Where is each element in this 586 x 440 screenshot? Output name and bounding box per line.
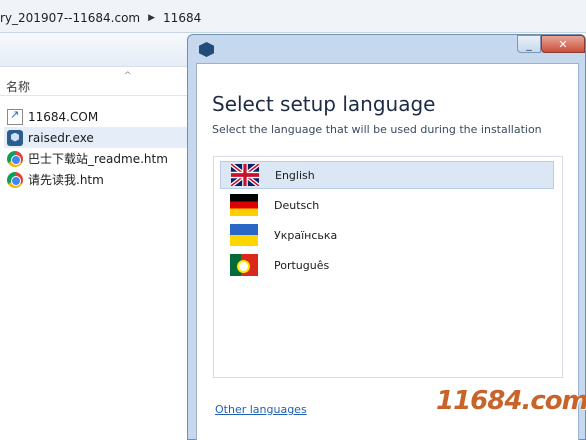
file-item-read-first-htm[interactable]: 请先读我.htm [4,169,190,190]
sort-up-icon: ^ [124,71,132,81]
address-bar[interactable]: ry_201907--11684.com ▶ 11684 [0,0,586,33]
language-option-english[interactable]: English [220,161,554,189]
setup-language-dialog: _ ✕ Select setup language Select the lan… [187,34,586,440]
file-name: raisedr.exe [28,130,94,145]
close-icon: ✕ [558,37,568,51]
page-subtitle: Select the language that will be used du… [212,123,542,136]
minimize-button[interactable]: _ [517,35,541,53]
breadcrumb-folder-parent[interactable]: ry_201907--11684.com [0,11,140,25]
language-option-deutsch[interactable]: Deutsch [220,191,554,219]
language-label: Português [274,258,330,272]
close-button[interactable]: ✕ [541,35,585,53]
breadcrumb: ry_201907--11684.com ▶ 11684 [0,9,201,27]
dialog-titlebar[interactable]: _ ✕ [188,35,585,63]
file-name: 11684.COM [28,109,99,124]
file-item-readme-htm[interactable]: 巴士下载站_readme.htm [4,148,190,169]
language-label: Українська [274,228,338,242]
chrome-icon [7,150,23,167]
portugal-flag-icon [230,254,258,276]
ukraine-flag-icon [230,224,258,246]
chrome-icon [7,171,23,188]
file-item-raisedr-exe[interactable]: raisedr.exe [4,127,190,148]
language-label: Deutsch [274,198,320,212]
uk-flag-icon [231,164,259,186]
language-list[interactable]: English Deutsch Українська Português [213,156,563,378]
file-name: 巴士下载站_readme.htm [28,152,168,166]
other-languages-link[interactable]: Other languages [215,403,307,416]
column-header-name[interactable]: ^ 名称 [0,71,190,96]
app-icon [7,129,23,146]
breadcrumb-folder-current[interactable]: 11684 [163,11,201,25]
page-title: Select setup language [212,92,436,116]
language-label: English [275,168,315,182]
breadcrumb-separator-icon[interactable]: ▶ [148,13,155,23]
file-name: 请先读我.htm [28,173,104,187]
language-option-portuguese[interactable]: Português [220,251,554,279]
germany-flag-icon [230,194,258,216]
language-option-ukrainian[interactable]: Українська [220,221,554,249]
window-controls: _ ✕ [517,35,585,53]
app-icon [199,42,214,57]
shortcut-icon [7,108,23,125]
dialog-content: Select setup language Select the languag… [196,63,579,440]
file-list: 11684.COM raisedr.exe 巴士下载站_readme.htm 请… [4,106,190,190]
column-header-label: 名称 [6,80,31,94]
watermark-logo: 11684.com [436,386,586,416]
file-item-11684-com[interactable]: 11684.COM [4,106,190,127]
minimize-icon: _ [526,37,532,51]
